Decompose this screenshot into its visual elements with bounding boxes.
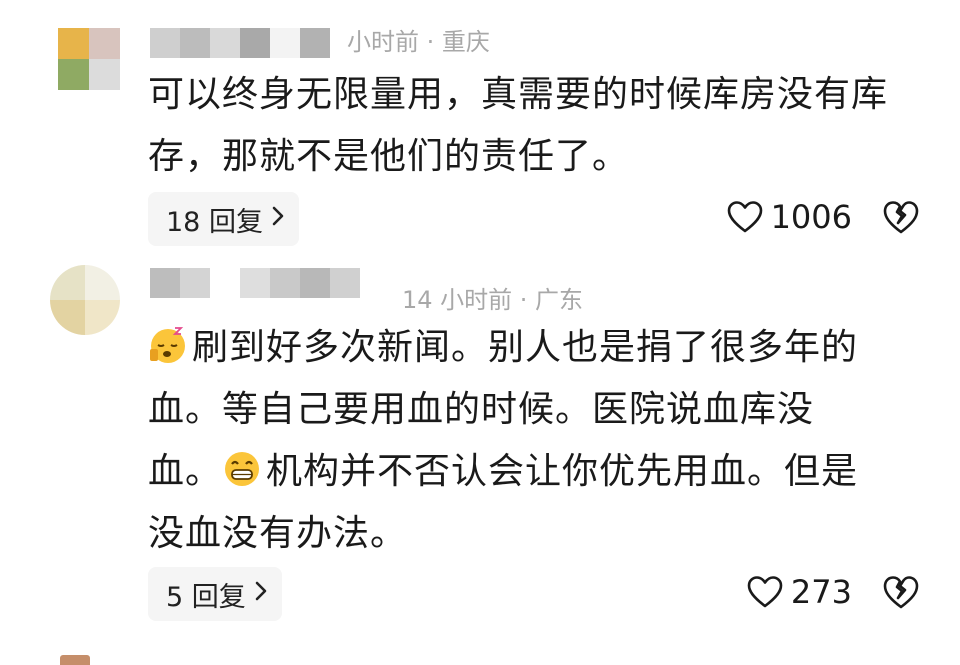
like-area: 1006 [727, 198, 920, 236]
sleepy-emoji-icon [150, 327, 185, 363]
reply-count-label: 18 回复 [166, 206, 263, 238]
avatar[interactable] [58, 28, 120, 90]
comment-line: 可以终身无限量用，真需要的时候库房没有库 [148, 74, 889, 115]
comment-text: 刷到好多次新闻。别人也是捐了很多年的 血。等自己要用血的时候。医院说血库没 血。… [148, 317, 938, 565]
comment-line-text: 血。 [148, 451, 223, 492]
reply-count-label: 5 回复 [166, 581, 246, 613]
comment-line: 没血没有办法。 [148, 513, 408, 554]
comment-list: 小时前 · 重庆 可以终身无限量用，真需要的时候库房没有库 存，那就不是他们的责… [0, 0, 960, 665]
avatar[interactable] [60, 655, 90, 665]
comment-line: 存，那就不是他们的责任了。 [148, 136, 630, 177]
comment-line-text: 机构并不否认会让你优先用血。但是 [266, 451, 859, 492]
comment-item: 14 小时前 · 广东 刷到好多次新闻。别人也是捐了很多年的 血。等自己要用血的… [0, 255, 960, 650]
grinning-emoji-icon [225, 452, 260, 486]
comment-item: 小时前 · 重庆 可以终身无限量用，真需要的时候库房没有库 存，那就不是他们的责… [0, 0, 960, 255]
comment-line: 刷到好多次新闻。别人也是捐了很多年的 [148, 317, 938, 379]
avatar[interactable] [50, 265, 120, 335]
chevron-right-icon [254, 580, 268, 608]
comment-line-text: 刷到好多次新闻。别人也是捐了很多年的 [192, 327, 859, 368]
comment-text: 可以终身无限量用，真需要的时候库房没有库 存，那就不是他们的责任了。 [148, 64, 938, 188]
chevron-right-icon [271, 205, 285, 233]
comment-meta: 小时前 · 重庆 [347, 28, 490, 56]
username-blurred[interactable] [150, 268, 360, 298]
broken-heart-icon[interactable] [882, 199, 920, 235]
view-replies-button[interactable]: 18 回复 [148, 192, 299, 246]
username-blurred[interactable] [150, 28, 330, 58]
view-replies-button[interactable]: 5 回复 [148, 567, 282, 621]
comment-line: 血。 机构并不否认会让你优先用血。但是 [148, 441, 938, 503]
like-count: 273 [790, 573, 852, 611]
comment-line: 血。等自己要用血的时候。医院说血库没 [148, 389, 815, 430]
comment-meta: 14 小时前 · 广东 [402, 286, 584, 314]
like-count: 1006 [770, 198, 852, 236]
like-area: 273 [747, 573, 920, 611]
heart-outline-icon[interactable] [747, 575, 783, 609]
broken-heart-icon[interactable] [882, 574, 920, 610]
heart-outline-icon[interactable] [727, 200, 763, 234]
